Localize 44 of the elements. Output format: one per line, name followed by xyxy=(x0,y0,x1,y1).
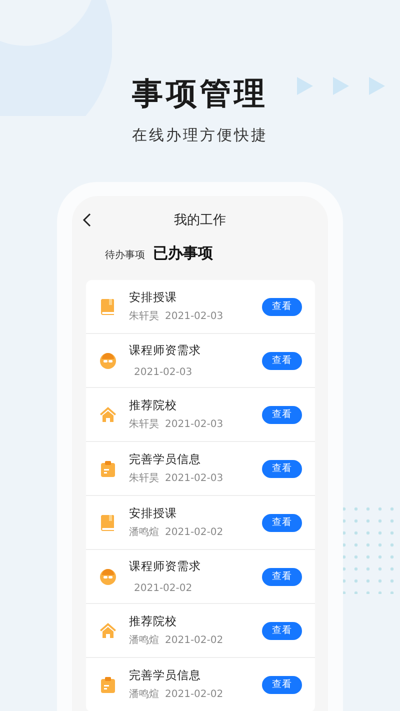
clipboard-icon xyxy=(100,676,116,694)
item-date: 2021-02-02 xyxy=(165,634,224,647)
item-date: 2021-02-03 xyxy=(165,472,224,485)
view-button[interactable]: 查看 xyxy=(262,298,302,316)
view-button[interactable]: 查看 xyxy=(262,514,302,532)
item-date: 2021-02-02 xyxy=(165,688,224,701)
tab[interactable]: 待办事项 xyxy=(105,248,145,262)
item-title: 完善学员信息 xyxy=(129,452,202,466)
item-date: 2021-02-03 xyxy=(134,366,192,378)
item-title: 完善学员信息 xyxy=(129,668,202,682)
item-date: 2021-02-02 xyxy=(134,582,192,594)
item-title: 课程师资需求 xyxy=(129,558,202,572)
headline: 事项管理 xyxy=(132,75,268,114)
house-icon xyxy=(100,622,116,640)
item-date: 2021-02-03 xyxy=(165,418,224,431)
person-name: 朱轩昊 xyxy=(129,310,159,323)
person-name: 潘鸣煊 xyxy=(129,688,159,701)
view-button[interactable]: 查看 xyxy=(262,406,302,424)
view-button[interactable]: 查看 xyxy=(262,676,302,694)
item-date: 2021-02-02 xyxy=(165,526,224,539)
person-name: 潘鸣煊 xyxy=(129,634,159,647)
book-icon xyxy=(100,514,116,532)
view-button[interactable]: 查看 xyxy=(262,460,302,478)
view-button[interactable]: 查看 xyxy=(262,622,302,640)
screen-title: 我的工作 xyxy=(174,212,226,229)
book-icon xyxy=(100,298,116,316)
item-title: 安排授课 xyxy=(129,506,178,520)
person-name: 潘鸣煊 xyxy=(129,526,159,539)
person-name: 朱轩昊 xyxy=(129,472,159,485)
house-icon xyxy=(100,406,116,424)
item-title: 推荐院校 xyxy=(129,614,178,628)
face-icon xyxy=(100,568,116,586)
back-button[interactable] xyxy=(82,213,91,227)
person-name: 朱轩昊 xyxy=(129,418,159,431)
view-button[interactable]: 查看 xyxy=(262,568,302,586)
face-icon xyxy=(100,352,116,370)
item-date: 2021-02-03 xyxy=(165,310,224,323)
tab[interactable]: 已办事项 xyxy=(153,244,213,263)
subheadline: 在线办理方便快捷 xyxy=(132,125,268,146)
item-title: 推荐院校 xyxy=(129,398,178,412)
clipboard-icon xyxy=(100,460,116,478)
item-title: 课程师资需求 xyxy=(129,342,202,356)
item-title: 安排授课 xyxy=(129,290,178,304)
view-button[interactable]: 查看 xyxy=(262,352,302,370)
